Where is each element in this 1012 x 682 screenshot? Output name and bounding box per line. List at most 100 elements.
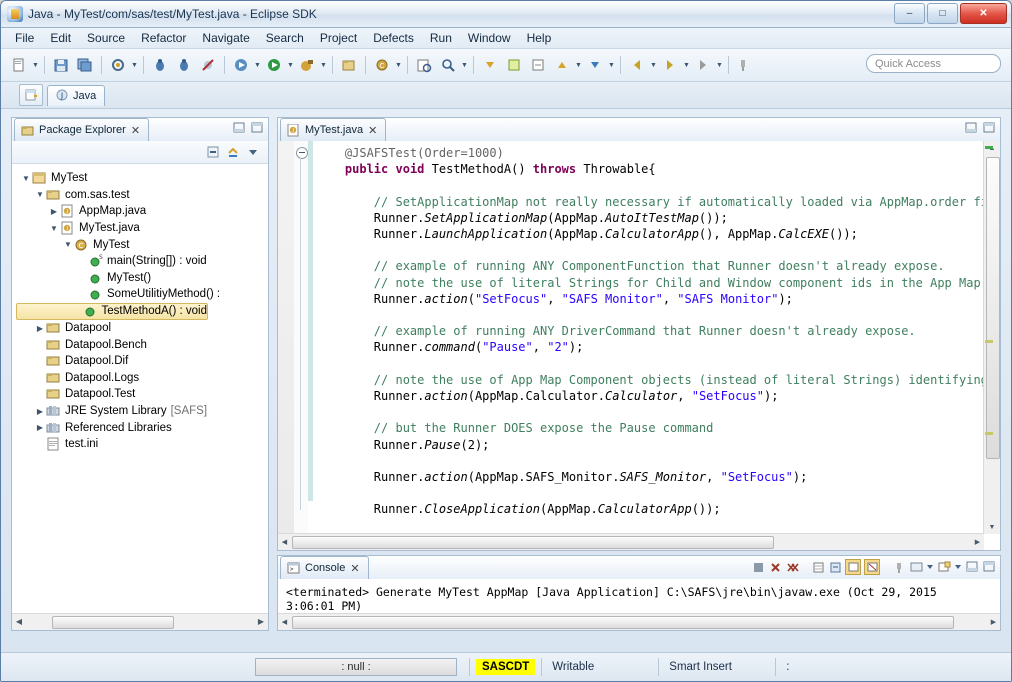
tree-item-referenced-libraries[interactable]: ▶ Referenced Libraries: [16, 419, 268, 436]
toggle-mark-occurrences-icon[interactable]: [503, 54, 525, 76]
perspective-tab-java[interactable]: J Java: [47, 84, 106, 106]
open-perspective-icon[interactable]: [19, 84, 43, 106]
minimize-view-icon[interactable]: [232, 121, 246, 135]
terminate-all-icon[interactable]: [751, 560, 765, 574]
menu-file[interactable]: File: [7, 29, 42, 47]
scroll-right-icon[interactable]: ▶: [972, 536, 983, 547]
scroll-right-icon[interactable]: ▶: [254, 614, 268, 629]
source-code[interactable]: @JSAFSTest(Order=1000) public void TestM…: [316, 145, 988, 550]
tree-item-constructor[interactable]: MyTest(): [16, 270, 268, 287]
run-dropdown-icon[interactable]: ▼: [286, 54, 295, 76]
pin-editor-icon[interactable]: [734, 54, 756, 76]
editor-hscrollbar[interactable]: ◀ ▶: [278, 533, 984, 550]
tree-item-test-ini[interactable]: test.ini: [16, 436, 268, 453]
new-java-package-icon[interactable]: [338, 54, 360, 76]
scroll-left-icon[interactable]: ◀: [279, 536, 290, 547]
debug-run-icon[interactable]: [230, 54, 252, 76]
remove-launch-icon[interactable]: [768, 560, 782, 574]
explorer-hscroll-thumb[interactable]: [52, 616, 174, 629]
collapse-all-icon[interactable]: [206, 145, 220, 159]
next-annotation-dropdown-icon[interactable]: ▼: [607, 54, 616, 76]
tree-item-datapool-dif[interactable]: Datapool.Dif: [16, 353, 268, 370]
forward-dropdown-icon[interactable]: ▼: [682, 54, 691, 76]
tab-console[interactable]: > Console ✕: [280, 556, 369, 579]
menu-defects[interactable]: Defects: [365, 29, 422, 47]
remove-all-terminated-icon[interactable]: [785, 560, 799, 574]
editor-folding-ruler[interactable]: [294, 141, 309, 550]
minimize-button[interactable]: –: [894, 3, 925, 24]
minimize-view-icon[interactable]: [964, 121, 978, 135]
tree-item-datapool-bench[interactable]: Datapool.Bench: [16, 336, 268, 353]
tab-mytest-java[interactable]: J MyTest.java ✕: [280, 118, 387, 141]
fold-collapse-icon[interactable]: [296, 147, 308, 159]
new-class-icon[interactable]: C: [371, 54, 393, 76]
menu-help[interactable]: Help: [519, 29, 560, 47]
menu-search[interactable]: Search: [258, 29, 312, 47]
menu-refactor[interactable]: Refactor: [133, 29, 194, 47]
twisty-icon[interactable]: ▼: [34, 190, 46, 199]
maximize-view-icon[interactable]: [982, 121, 996, 135]
twisty-icon[interactable]: ▶: [34, 407, 46, 416]
prev-annotation-dropdown-icon[interactable]: ▼: [574, 54, 583, 76]
pin-console-icon[interactable]: [892, 560, 906, 574]
twisty-icon[interactable]: ▶: [34, 423, 46, 432]
external-tools-icon[interactable]: [296, 54, 318, 76]
code-area[interactable]: @JSAFSTest(Order=1000) public void TestM…: [278, 141, 1000, 550]
scroll-left-icon[interactable]: ◀: [12, 614, 26, 629]
editor-marker-ruler[interactable]: [278, 141, 295, 550]
open-console-dropdown-icon[interactable]: [954, 560, 962, 574]
tree-item-datapool-test[interactable]: Datapool.Test: [16, 386, 268, 403]
show-whitespace-icon[interactable]: [527, 54, 549, 76]
previous-annotation-icon[interactable]: [551, 54, 573, 76]
scroll-left-icon[interactable]: ◀: [279, 616, 290, 627]
tree-item-project[interactable]: ▼ MyTest: [16, 170, 268, 187]
console-hscrollbar[interactable]: ◀ ▶: [278, 613, 1000, 630]
build-dropdown-icon[interactable]: ▼: [130, 54, 139, 76]
tree-item-datapool[interactable]: ▶ Datapool: [16, 320, 268, 337]
back-icon[interactable]: [626, 54, 648, 76]
close-button[interactable]: ✕: [960, 3, 1007, 24]
view-menu-icon[interactable]: [246, 145, 260, 159]
tree-item-main-method[interactable]: S main(String[]) : void: [16, 253, 268, 270]
open-console-icon[interactable]: [937, 560, 951, 574]
tree-item-jre-system-library[interactable]: ▶ JRE System Library [SAFS]: [16, 403, 268, 420]
tree-item-testmethoda[interactable]: TestMethodA() : void: [16, 302, 208, 320]
link-with-editor-icon[interactable]: [226, 145, 240, 159]
tree-item-datapool-logs[interactable]: Datapool.Logs: [16, 370, 268, 387]
twisty-icon[interactable]: ▶: [34, 324, 46, 333]
new-icon[interactable]: [8, 54, 30, 76]
twisty-icon[interactable]: ▼: [20, 174, 32, 183]
skip-breakpoints-icon[interactable]: [197, 54, 219, 76]
search-dropdown-icon[interactable]: ▼: [460, 54, 469, 76]
menu-edit[interactable]: Edit: [42, 29, 79, 47]
forward-icon[interactable]: [659, 54, 681, 76]
forward-gray-icon[interactable]: [692, 54, 714, 76]
close-icon[interactable]: ✕: [368, 124, 377, 137]
search-icon[interactable]: [437, 54, 459, 76]
twisty-icon[interactable]: ▶: [48, 207, 60, 216]
minimize-view-icon[interactable]: [965, 560, 979, 574]
scroll-lock-icon[interactable]: [828, 560, 842, 574]
menu-run[interactable]: Run: [422, 29, 460, 47]
debug-icon[interactable]: [149, 54, 171, 76]
debug-last-icon[interactable]: [173, 54, 195, 76]
maximize-view-icon[interactable]: [250, 121, 264, 135]
run-icon[interactable]: [263, 54, 285, 76]
debug-dropdown-icon[interactable]: ▼: [253, 54, 262, 76]
save-icon[interactable]: [50, 54, 72, 76]
close-icon[interactable]: ✕: [131, 124, 140, 137]
menu-source[interactable]: Source: [79, 29, 133, 47]
save-all-icon[interactable]: [74, 54, 96, 76]
menu-navigate[interactable]: Navigate: [194, 29, 257, 47]
next-annotation2-icon[interactable]: [584, 54, 606, 76]
explorer-hscrollbar[interactable]: ◀ ▶: [12, 613, 268, 630]
quick-access-input[interactable]: Quick Access: [866, 54, 1001, 73]
show-console-on-error-icon[interactable]: [864, 559, 880, 575]
editor-hscroll-thumb[interactable]: [292, 536, 774, 549]
show-console-on-output-icon[interactable]: [845, 559, 861, 575]
scroll-right-icon[interactable]: ▶: [988, 616, 999, 627]
maximize-button[interactable]: □: [927, 3, 958, 24]
display-selected-console-icon[interactable]: [909, 560, 923, 574]
console-dropdown-icon[interactable]: [926, 560, 934, 574]
maximize-view-icon[interactable]: [982, 560, 996, 574]
